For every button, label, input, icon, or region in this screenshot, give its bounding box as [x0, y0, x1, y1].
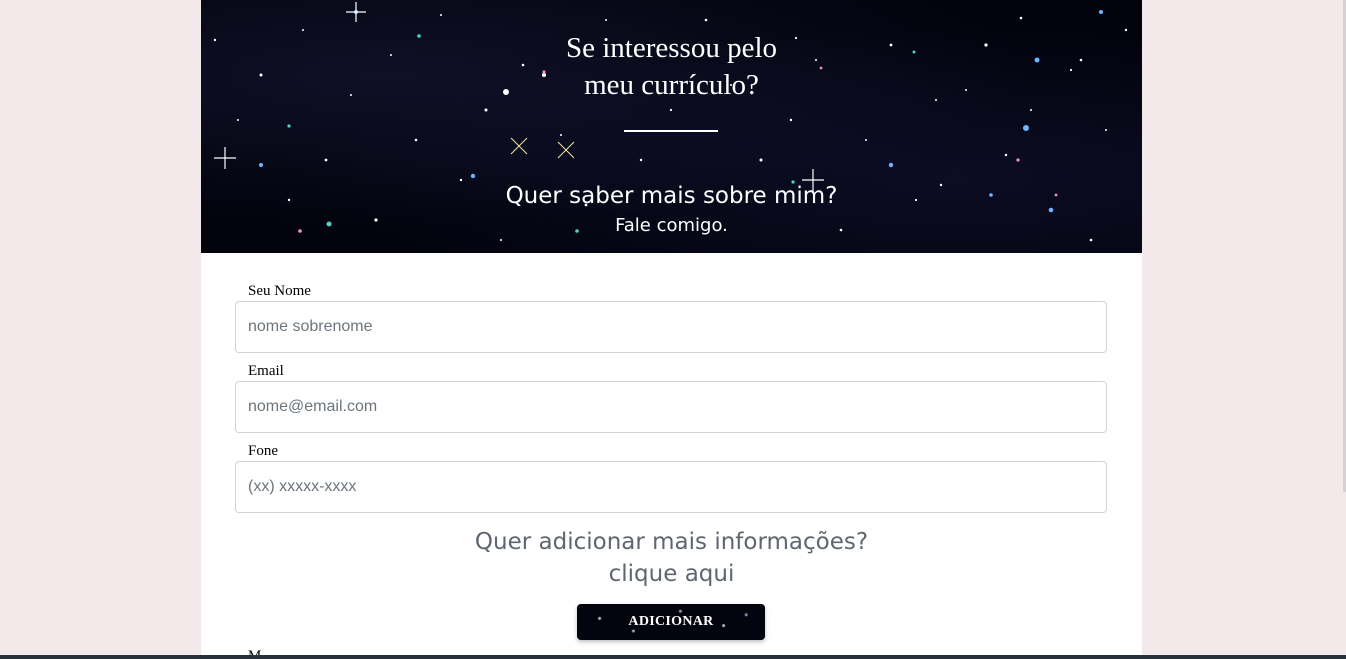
- hero-title: Se interessou pelo meu currículo?: [201, 30, 1142, 104]
- name-input[interactable]: [235, 301, 1107, 353]
- more-info-prompt: Quer adicionar mais informações? clique …: [201, 526, 1142, 590]
- hero-title-line1: Se interessou pelo: [565, 32, 777, 64]
- taskbar-edge: [0, 655, 1346, 659]
- hero-subtitle-secondary: Fale comigo.: [615, 215, 728, 236]
- contact-form: Seu Nome Email Fone: [235, 282, 1107, 522]
- hero-title-line2: meu currículo?: [584, 69, 759, 101]
- more-info-hint: clique aqui: [608, 561, 735, 587]
- email-label: Email: [248, 363, 284, 379]
- hero-divider: [624, 130, 718, 132]
- hero-banner: Se interessou pelo meu currículo? Quer s…: [201, 0, 1142, 253]
- phone-label: Fone: [248, 443, 278, 459]
- hero-subtitle: Quer saber mais sobre mim?: [505, 183, 838, 209]
- more-info-question: Quer adicionar mais informações?: [474, 529, 869, 555]
- phone-input[interactable]: [235, 461, 1107, 513]
- add-button[interactable]: ADICIONAR: [577, 604, 765, 640]
- name-label: Seu Nome: [248, 283, 311, 299]
- email-input[interactable]: [235, 381, 1107, 433]
- page-container: Se interessou pelo meu currículo? Quer s…: [201, 0, 1142, 659]
